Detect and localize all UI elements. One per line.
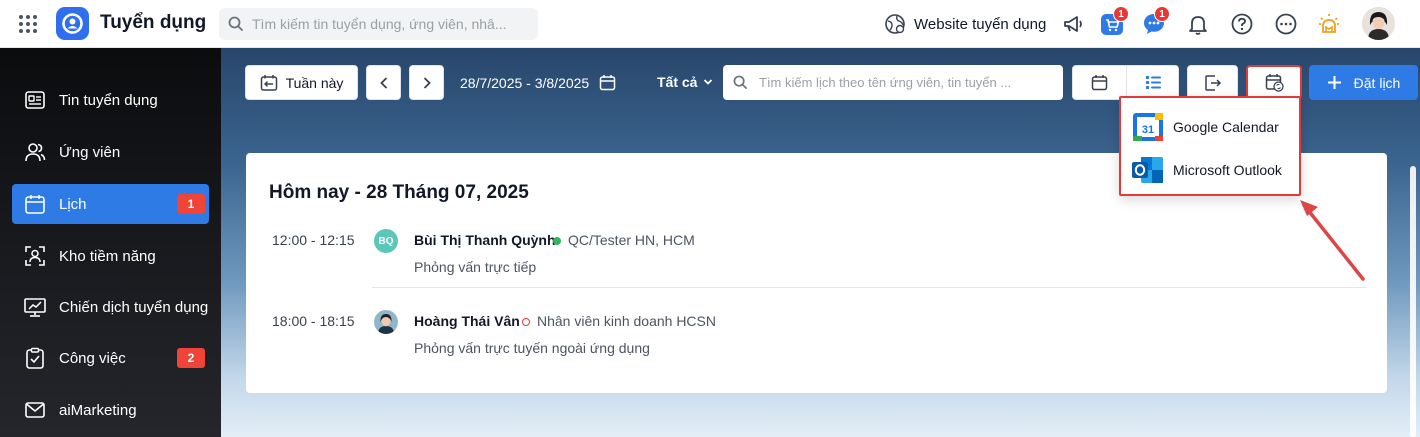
list-view-button[interactable]	[1127, 66, 1180, 99]
sidebar-item-calendar[interactable]: Lịch 1	[12, 184, 209, 224]
talent-pool-icon	[25, 246, 45, 266]
job-post-icon	[25, 91, 45, 109]
sync-outlook-label: Microsoft Outlook	[1173, 162, 1282, 178]
mail-icon	[25, 402, 45, 418]
book-schedule-button[interactable]: Đặt lịch	[1309, 65, 1418, 100]
google-calendar-icon: 31	[1133, 113, 1163, 141]
plus-icon	[1327, 76, 1341, 89]
calendar-view-icon	[1091, 75, 1108, 91]
job-title: QC/Tester HN, HCM	[568, 232, 695, 248]
calendar-icon	[25, 195, 45, 214]
calendar-search-input[interactable]	[759, 65, 1057, 100]
cart-badge: 1	[1113, 6, 1129, 22]
campaign-icon	[24, 298, 46, 317]
sidebar-item-label: Tin tuyển dụng	[59, 92, 158, 109]
status-dot	[553, 237, 561, 245]
sync-microsoft-outlook[interactable]: Microsoft Outlook	[1131, 153, 1296, 187]
global-search-input[interactable]	[252, 8, 532, 40]
book-schedule-label: Đặt lịch	[1353, 74, 1401, 91]
app-grid-icon[interactable]	[18, 14, 38, 34]
calendar-sync-button[interactable]	[1246, 65, 1302, 100]
global-search[interactable]	[219, 8, 538, 40]
sync-google-calendar[interactable]: 31 Google Calendar	[1131, 110, 1296, 144]
job-title: Nhân viên kinh doanh HCSN	[537, 313, 716, 329]
calendar-view-button[interactable]	[1073, 66, 1126, 99]
annotation-arrow-icon	[1300, 200, 1365, 281]
help-icon[interactable]	[1230, 12, 1254, 36]
calendar-picker-icon	[599, 75, 616, 91]
event-divider	[372, 287, 1366, 288]
sidebar-item-campaigns[interactable]: Chiến dịch tuyển dụng	[12, 287, 209, 327]
sidebar-item-candidates[interactable]: Ứng viên	[12, 132, 209, 172]
sidebar-item-tasks[interactable]: Công việc 2	[12, 338, 209, 378]
candidate-name[interactable]: Bùi Thị Thanh Quỳnh	[414, 232, 556, 248]
calendar-back-icon	[260, 74, 277, 91]
filter-dropdown[interactable]: Tất cả	[657, 74, 713, 90]
megaphone-icon[interactable]	[1062, 12, 1086, 36]
filter-label: Tất cả	[657, 74, 698, 90]
this-week-button[interactable]: Tuần này	[245, 65, 358, 100]
scrollbar[interactable]	[1410, 166, 1416, 437]
bell-icon[interactable]	[1186, 12, 1210, 36]
sidebar-item-label: Ứng viên	[59, 144, 121, 161]
agenda-heading: Hôm nay - 28 Tháng 07, 2025	[269, 182, 529, 203]
calendar-sync-menu: 31 Google Calendar Microsoft Outlook	[1119, 96, 1301, 196]
website-link[interactable]: Website tuyển dụng	[884, 12, 1046, 36]
top-bar: Tuyển dụng Website tuyển dụng 1 1	[0, 0, 1420, 48]
calendar-badge: 1	[177, 194, 205, 214]
date-range-label: 28/7/2025 - 3/8/2025	[460, 74, 590, 91]
date-range-picker[interactable]: 28/7/2025 - 3/8/2025	[460, 74, 616, 91]
list-view-icon	[1146, 76, 1161, 89]
chevron-left-icon	[379, 76, 387, 89]
svg-text:31: 31	[1142, 124, 1154, 136]
event-time: 12:00 - 12:15	[272, 232, 355, 248]
sidebar-item-label: Lịch	[59, 196, 87, 213]
status-dot	[522, 318, 530, 326]
sidebar-item-label: Chiến dịch tuyển dụng	[59, 299, 209, 316]
interview-type: Phỏng vấn trực tuyến ngoài ứng dụng	[414, 340, 650, 356]
candidate-avatar: BQ	[374, 229, 398, 253]
interview-type: Phỏng vấn trực tiếp	[414, 259, 537, 275]
sidebar-item-label: Công việc	[59, 350, 126, 367]
app-logo-icon[interactable]	[56, 7, 89, 40]
sidebar-item-label: aiMarketing	[59, 402, 137, 419]
export-button[interactable]	[1187, 65, 1238, 100]
more-icon[interactable]	[1274, 12, 1298, 36]
candidates-icon	[25, 143, 46, 162]
sidebar: Tin tuyển dụng Ứng viên Lịch 1 Kho tiềm …	[0, 48, 221, 437]
agenda-event[interactable]: 18:00 - 18:15 Hoàng Thái Vân Nhân viên k…	[246, 307, 1387, 367]
app-title: Tuyển dụng	[100, 12, 207, 33]
view-toggle	[1072, 65, 1179, 100]
this-week-label: Tuần này	[285, 74, 344, 91]
sidebar-item-talent-pool[interactable]: Kho tiềm năng	[12, 236, 209, 276]
candidate-name[interactable]: Hoàng Thái Vân	[414, 313, 520, 329]
next-week-button[interactable]	[409, 65, 444, 100]
sidebar-item-ai-marketing[interactable]: aiMarketing	[12, 390, 209, 430]
outlook-icon	[1132, 157, 1163, 183]
agenda-event[interactable]: 12:00 - 12:15 BQ Bùi Thị Thanh Quỳnh QC/…	[246, 226, 1387, 286]
task-icon	[26, 347, 44, 369]
calendar-sync-icon	[1265, 74, 1284, 92]
chevron-right-icon	[423, 76, 431, 89]
export-icon	[1204, 74, 1221, 91]
globe-icon	[885, 14, 905, 34]
user-avatar[interactable]	[1362, 7, 1395, 40]
search-icon	[228, 16, 244, 32]
sync-google-label: Google Calendar	[1173, 119, 1279, 135]
chevron-down-icon	[704, 79, 713, 85]
tasks-badge: 2	[177, 348, 205, 368]
sidebar-item-label: Kho tiềm năng	[59, 248, 156, 265]
calendar-search[interactable]	[723, 65, 1063, 100]
search-icon	[733, 75, 748, 90]
sidebar-item-job-posts[interactable]: Tin tuyển dụng	[12, 80, 209, 120]
prev-week-button[interactable]	[366, 65, 401, 100]
candidate-avatar	[374, 310, 398, 334]
chat-badge: 1	[1154, 6, 1170, 22]
event-time: 18:00 - 18:15	[272, 313, 355, 329]
website-link-label: Website tuyển dụng	[914, 15, 1047, 33]
idea-icon[interactable]	[1317, 12, 1341, 36]
